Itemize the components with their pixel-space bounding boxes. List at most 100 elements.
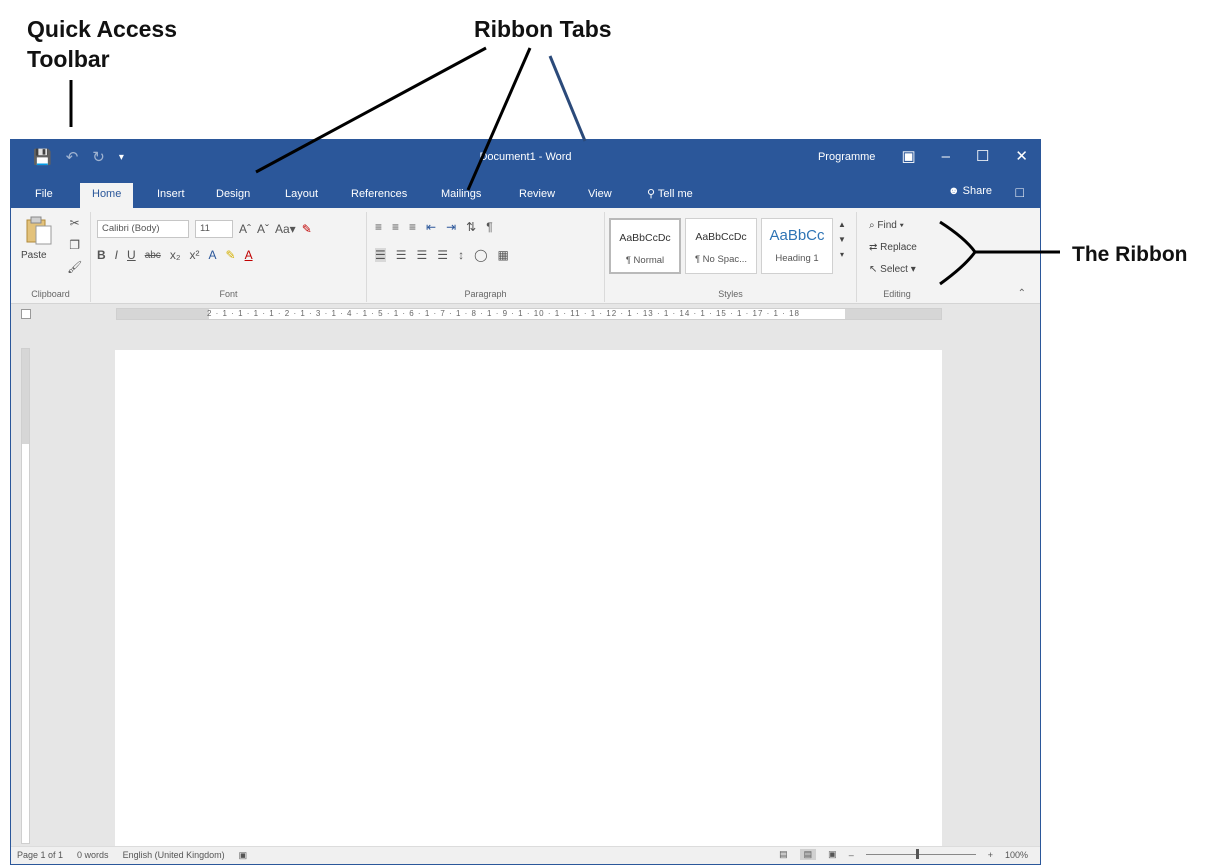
align-left-icon[interactable]: ☰ <box>375 248 386 262</box>
vertical-ruler[interactable] <box>21 348 30 844</box>
collapse-ribbon-icon[interactable]: ⌃ <box>1018 288 1026 299</box>
tab-file[interactable]: File <box>25 183 63 208</box>
print-layout-icon[interactable]: ▤ <box>799 849 817 860</box>
tab-selector-icon[interactable] <box>21 309 31 319</box>
vertical-ruler-top-margin <box>22 349 29 444</box>
italic-icon[interactable]: I <box>115 248 118 262</box>
style-name: ¶ Normal <box>625 255 665 266</box>
read-mode-icon[interactable]: ▤ <box>779 849 788 860</box>
select-button[interactable]: ↖ Select ▾ <box>869 264 916 275</box>
align-center-icon[interactable]: ☰ <box>396 248 407 262</box>
change-case-icon[interactable]: Aa▾ <box>275 222 296 236</box>
clear-formatting-icon[interactable]: ✎ <box>302 222 312 236</box>
zoom-slider-thumb[interactable] <box>915 849 919 859</box>
increase-indent-icon[interactable]: ⇥ <box>446 220 456 234</box>
ruler-bar[interactable]: 2 · 1 · 1 · 1 · 1 · 2 · 1 · 3 · 1 · 4 · … <box>116 308 942 320</box>
shrink-font-icon[interactable]: Aˇ <box>257 222 269 236</box>
styles-more-icon[interactable]: ▾ <box>840 250 844 259</box>
web-layout-icon[interactable]: ▣ <box>828 849 837 860</box>
copy-icon[interactable]: ❐ <box>69 238 80 252</box>
strikethrough-icon[interactable]: abc <box>145 250 161 261</box>
style-name: Heading 1 <box>775 253 819 264</box>
select-icon: ↖ <box>869 264 878 275</box>
tab-design[interactable]: Design <box>206 183 260 208</box>
document-page[interactable] <box>115 350 942 850</box>
underline-icon[interactable]: U <box>127 248 136 262</box>
tell-me-search[interactable]: ⚲ Tell me <box>637 183 703 208</box>
maximize-icon[interactable]: ☐ <box>976 148 989 166</box>
ribbon-display-options-icon[interactable]: ▣ <box>901 148 915 166</box>
style-no-spacing[interactable]: AaBbCcDc ¶ No Spac... <box>685 218 757 274</box>
font-row-2: B I U abc x₂ x² A ✎ A <box>97 248 253 262</box>
replace-button[interactable]: ⇄ Replace <box>869 242 917 253</box>
share-button[interactable]: ☻ Share <box>948 185 992 197</box>
ribbon-tabs: File Home Insert Design Layout Reference… <box>11 177 1040 208</box>
zoom-slider[interactable] <box>865 849 976 859</box>
text-effects-icon[interactable]: A <box>208 248 216 262</box>
tab-review[interactable]: Review <box>509 183 565 208</box>
minimize-icon[interactable]: – <box>942 148 950 166</box>
style-sample: AaBbCcDc <box>695 231 747 243</box>
format-painter-icon[interactable]: 🖌 <box>67 260 82 274</box>
paragraph-group-label: Paragraph <box>464 289 507 299</box>
callout-line-2: Toolbar <box>27 46 110 72</box>
select-dropdown-icon: ▾ <box>910 264 916 275</box>
styles-up-icon[interactable]: ▲ <box>838 220 846 229</box>
macro-record-icon[interactable]: ▣ <box>239 850 248 861</box>
share-label: Share <box>962 185 992 197</box>
styles-group: AaBbCcDc ¶ Normal AaBbCcDc ¶ No Spac... … <box>605 212 857 302</box>
font-name-select[interactable]: Calibri (Body) <box>97 220 189 238</box>
language[interactable]: English (United Kingdom) <box>123 850 225 861</box>
style-normal[interactable]: AaBbCcDc ¶ Normal <box>609 218 681 274</box>
shading-icon[interactable]: ◯ <box>474 248 487 262</box>
tab-view[interactable]: View <box>578 183 622 208</box>
font-group-label: Font <box>219 289 238 299</box>
comments-icon[interactable]: □ <box>1016 184 1024 200</box>
bold-icon[interactable]: B <box>97 248 106 262</box>
borders-icon[interactable]: ▦ <box>498 248 509 262</box>
show-marks-icon[interactable]: ¶ <box>486 220 492 234</box>
status-right: ▤ ▤ ▣ – + 100% <box>779 849 1028 860</box>
line-spacing-icon[interactable]: ↕ <box>458 248 464 262</box>
decrease-indent-icon[interactable]: ⇤ <box>426 220 436 234</box>
bullets-icon[interactable]: ≡ <box>375 220 382 234</box>
justify-icon[interactable]: ☰ <box>437 248 448 262</box>
grow-font-icon[interactable]: Aˆ <box>239 222 251 236</box>
tab-layout[interactable]: Layout <box>275 183 328 208</box>
paragraph-row-1: ≡ ≡ ≡ ⇤ ⇥ ⇅ ¶ <box>375 220 493 234</box>
style-sample: AaBbCcDc <box>619 232 671 244</box>
zoom-out-icon[interactable]: – <box>849 850 854 860</box>
tab-mailings[interactable]: Mailings <box>431 183 491 208</box>
style-heading-1[interactable]: AaBbCc Heading 1 <box>761 218 833 274</box>
numbering-icon[interactable]: ≡ <box>392 220 399 234</box>
highlight-icon[interactable]: ✎ <box>226 248 236 262</box>
font-color-icon[interactable]: A <box>245 248 253 262</box>
title-bar-controls: Programme ▣ – ☐ ✕ <box>818 148 1028 166</box>
font-row-1: Calibri (Body) 11 Aˆ Aˇ Aa▾ ✎ <box>97 220 312 238</box>
align-right-icon[interactable]: ☰ <box>417 248 428 262</box>
paste-icon[interactable] <box>25 216 53 246</box>
status-left: Page 1 of 1 0 words English (United King… <box>17 850 247 861</box>
cut-icon[interactable]: ✂ <box>70 216 80 230</box>
account-name[interactable]: Programme <box>818 151 875 163</box>
person-icon: ☻ <box>948 185 960 197</box>
page-count[interactable]: Page 1 of 1 <box>17 850 63 861</box>
word-window: 💾 ↶ ↻ ▾ Document1 - Word Programme ▣ – ☐… <box>10 139 1041 865</box>
tab-insert[interactable]: Insert <box>147 183 195 208</box>
replace-icon: ⇄ <box>869 242 878 253</box>
multilevel-list-icon[interactable]: ≡ <box>409 220 416 234</box>
subscript-icon[interactable]: x₂ <box>170 248 181 262</box>
sort-icon[interactable]: ⇅ <box>466 220 476 234</box>
zoom-level[interactable]: 100% <box>1005 850 1028 860</box>
close-icon[interactable]: ✕ <box>1015 148 1028 166</box>
styles-down-icon[interactable]: ▼ <box>838 235 846 244</box>
tab-home[interactable]: Home <box>80 183 134 208</box>
tab-references[interactable]: References <box>341 183 417 208</box>
word-count[interactable]: 0 words <box>77 850 109 861</box>
font-size-select[interactable]: 11 <box>195 220 233 238</box>
find-button[interactable]: ⌕ Find ▾ <box>869 220 904 231</box>
paste-button[interactable]: Paste <box>21 250 47 261</box>
status-bar: Page 1 of 1 0 words English (United King… <box>11 846 1040 864</box>
superscript-icon[interactable]: x² <box>189 248 199 262</box>
zoom-in-icon[interactable]: + <box>988 850 993 860</box>
